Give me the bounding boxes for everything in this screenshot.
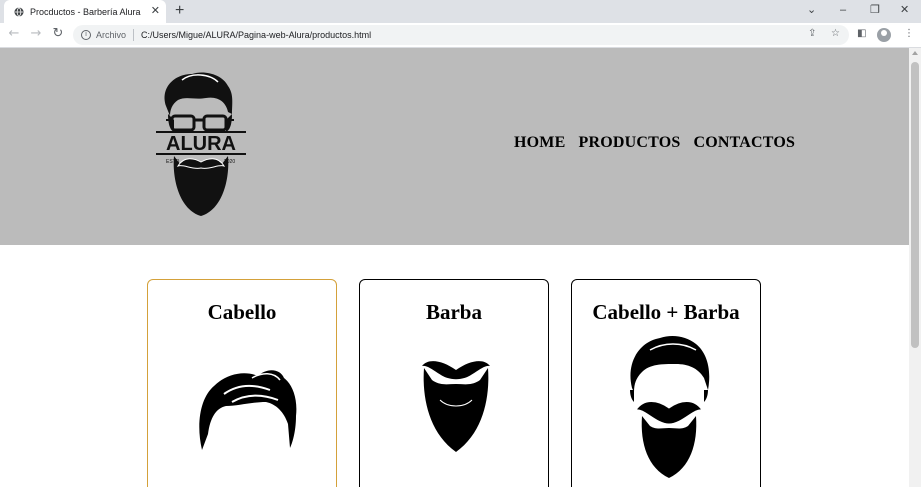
main-nav: HOME PRODUCTOS CONTACTOS: [514, 134, 795, 152]
page-scrollbar[interactable]: [909, 48, 921, 487]
back-icon[interactable]: ←: [6, 26, 22, 42]
tab-strip: Procductos - Barbería Alura ✕ + ⌄ – ❐ ✕: [0, 0, 921, 23]
restore-icon[interactable]: ❐: [870, 3, 880, 17]
card-title: Barba: [425, 300, 482, 324]
tab-title: Procductos - Barbería Alura: [30, 6, 141, 17]
page-viewport: ALURA ESTD 2020 HOME PRODUCTOS CONTACTOS…: [0, 48, 909, 487]
share-icon[interactable]: ⇪: [808, 28, 816, 40]
reload-icon[interactable]: ↻: [50, 26, 66, 42]
bookmark-star-icon[interactable]: ☆: [831, 28, 840, 40]
minimize-icon[interactable]: –: [840, 3, 846, 17]
info-icon[interactable]: i: [81, 30, 91, 40]
forward-icon[interactable]: →: [28, 26, 44, 42]
beard-icon: [422, 361, 490, 452]
address-url[interactable]: C:/Users/Migue/ALURA/Pagina-web-Alura/pr…: [141, 30, 371, 40]
tab-search-icon[interactable]: ⌄: [807, 3, 816, 17]
profile-avatar-icon[interactable]: [877, 28, 891, 42]
address-bar[interactable]: i Archivo C:/Users/Migue/ALURA/Pagina-we…: [73, 25, 849, 45]
address-separator: [133, 29, 135, 41]
site-header: ALURA ESTD 2020 HOME PRODUCTOS CONTACTOS: [0, 48, 909, 245]
alura-logo[interactable]: ALURA ESTD 2020: [152, 70, 250, 220]
logo-left-text: ESTD: [166, 159, 180, 165]
menu-kebab-icon[interactable]: ⋮: [904, 28, 914, 40]
logo-brand-text: ALURA: [166, 133, 236, 155]
nav-productos-link[interactable]: PRODUCTOS: [578, 134, 680, 152]
card-title: Cabello: [207, 300, 277, 324]
window-close-icon[interactable]: ✕: [900, 3, 909, 17]
hair-beard-icon: [630, 336, 710, 478]
nav-contactos-link[interactable]: CONTACTOS: [693, 134, 795, 152]
address-scheme: Archivo: [96, 30, 127, 40]
browser-tab[interactable]: Procductos - Barbería Alura ✕: [4, 0, 166, 23]
side-panel-icon[interactable]: ◧: [857, 28, 866, 40]
card-title: Cabello + Barba: [592, 300, 740, 324]
scroll-thumb[interactable]: [911, 62, 919, 348]
product-card-cabello-barba[interactable]: Cabello + Barba: [571, 279, 761, 487]
product-card-cabello[interactable]: Cabello: [147, 279, 337, 487]
nav-home-link[interactable]: HOME: [514, 134, 565, 152]
browser-toolbar: ← → ↻ i Archivo C:/Users/Migue/ALURA/Pag…: [0, 23, 921, 48]
scroll-up-arrow-icon[interactable]: [912, 51, 918, 55]
new-tab-button[interactable]: +: [175, 2, 184, 20]
hair-icon: [199, 370, 297, 450]
globe-icon: [14, 6, 24, 17]
logo-right-text: 2020: [224, 159, 235, 165]
tab-close-icon[interactable]: ✕: [151, 5, 160, 17]
product-card-barba[interactable]: Barba: [359, 279, 549, 487]
